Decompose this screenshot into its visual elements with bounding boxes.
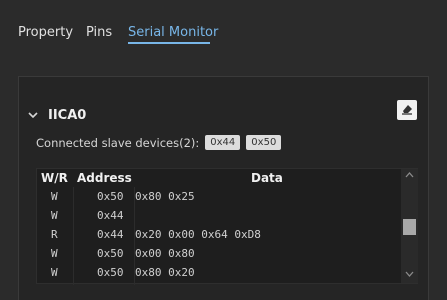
chevron-down-icon[interactable] bbox=[405, 270, 414, 280]
eraser-icon bbox=[400, 101, 414, 120]
cell-data: 0x80 0x20 bbox=[135, 266, 195, 279]
vertical-scrollbar[interactable] bbox=[401, 169, 418, 283]
cell-wr: R bbox=[51, 228, 58, 241]
chevron-down-icon[interactable] bbox=[28, 109, 44, 122]
table-row[interactable]: R 0x44 0x20 0x00 0x64 0xD8 bbox=[37, 225, 401, 244]
header-address: Address bbox=[77, 171, 132, 185]
cell-address: 0x50 bbox=[97, 190, 124, 203]
clear-button[interactable] bbox=[397, 100, 417, 120]
cell-address: 0x50 bbox=[97, 266, 124, 279]
active-tab-indicator bbox=[128, 42, 210, 44]
section-header[interactable]: IICA0 bbox=[28, 106, 86, 124]
cell-wr: W bbox=[51, 209, 58, 222]
table-row[interactable]: W 0x50 0x80 0x20 bbox=[37, 263, 401, 282]
tab-bar: Property Pins Serial Monitor bbox=[0, 0, 447, 50]
cell-wr: W bbox=[51, 190, 58, 203]
table-header: W/R Address Data bbox=[37, 169, 401, 187]
cell-address: 0x50 bbox=[97, 247, 124, 260]
tab-pins[interactable]: Pins bbox=[86, 25, 112, 40]
cell-data: 0x20 0x00 0x64 0xD8 bbox=[135, 228, 261, 241]
table-row[interactable]: W 0x44 bbox=[37, 206, 401, 225]
header-data: Data bbox=[251, 171, 283, 185]
slave-chip[interactable]: 0x44 bbox=[205, 135, 241, 150]
serial-table: W/R Address Data W 0x50 0x80 0x25 W 0x44… bbox=[36, 168, 418, 285]
chevron-up-icon[interactable] bbox=[405, 171, 414, 181]
table-row[interactable]: W 0x50 0x00 0x80 bbox=[37, 244, 401, 263]
slave-chip[interactable]: 0x50 bbox=[246, 135, 282, 150]
header-wr: W/R bbox=[41, 171, 68, 185]
cell-data: 0x80 0x25 bbox=[135, 190, 195, 203]
connected-slaves: Connected slave devices(2): 0x44 0x50 bbox=[36, 135, 282, 150]
slaves-label: Connected slave devices(2): bbox=[36, 135, 200, 150]
cell-wr: W bbox=[51, 266, 58, 279]
tab-serial-monitor[interactable]: Serial Monitor bbox=[128, 25, 218, 40]
cell-wr: W bbox=[51, 247, 58, 260]
table-row[interactable]: W 0x50 0x80 0x25 bbox=[37, 187, 401, 206]
cell-address: 0x44 bbox=[97, 228, 124, 241]
tab-property[interactable]: Property bbox=[18, 25, 73, 40]
section-title: IICA0 bbox=[48, 107, 87, 123]
scrollbar-thumb[interactable] bbox=[403, 219, 416, 235]
cell-data: 0x00 0x80 bbox=[135, 247, 195, 260]
cell-address: 0x44 bbox=[97, 209, 124, 222]
